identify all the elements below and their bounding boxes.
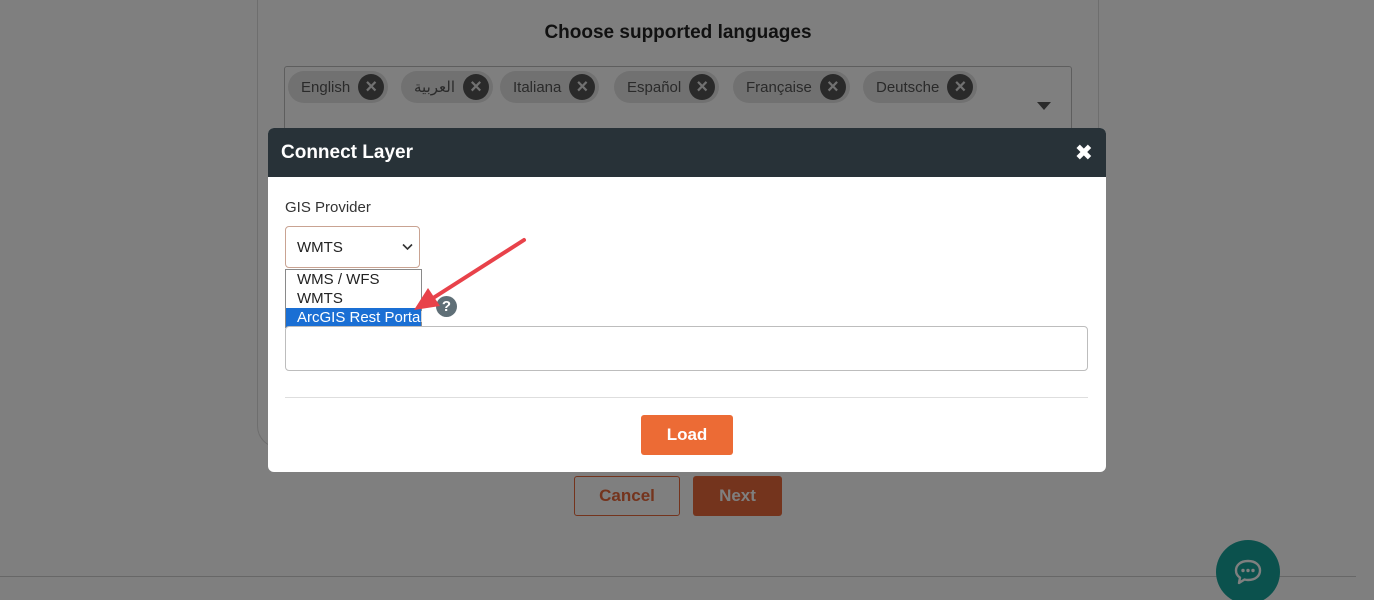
select-value: WMTS [297, 238, 343, 256]
close-icon[interactable]: ✖ [1075, 140, 1093, 166]
dialog-divider [285, 397, 1088, 398]
connect-layer-dialog: Connect Layer ✖ GIS Provider WMTS WMS / … [268, 128, 1106, 472]
url-input[interactable] [285, 326, 1088, 371]
gis-provider-label: GIS Provider [285, 199, 371, 216]
red-arrow-annotation [414, 238, 526, 310]
dialog-header: Connect Layer ✖ [268, 128, 1106, 177]
dialog-title: Connect Layer [281, 141, 413, 163]
load-button[interactable]: Load [641, 415, 733, 455]
